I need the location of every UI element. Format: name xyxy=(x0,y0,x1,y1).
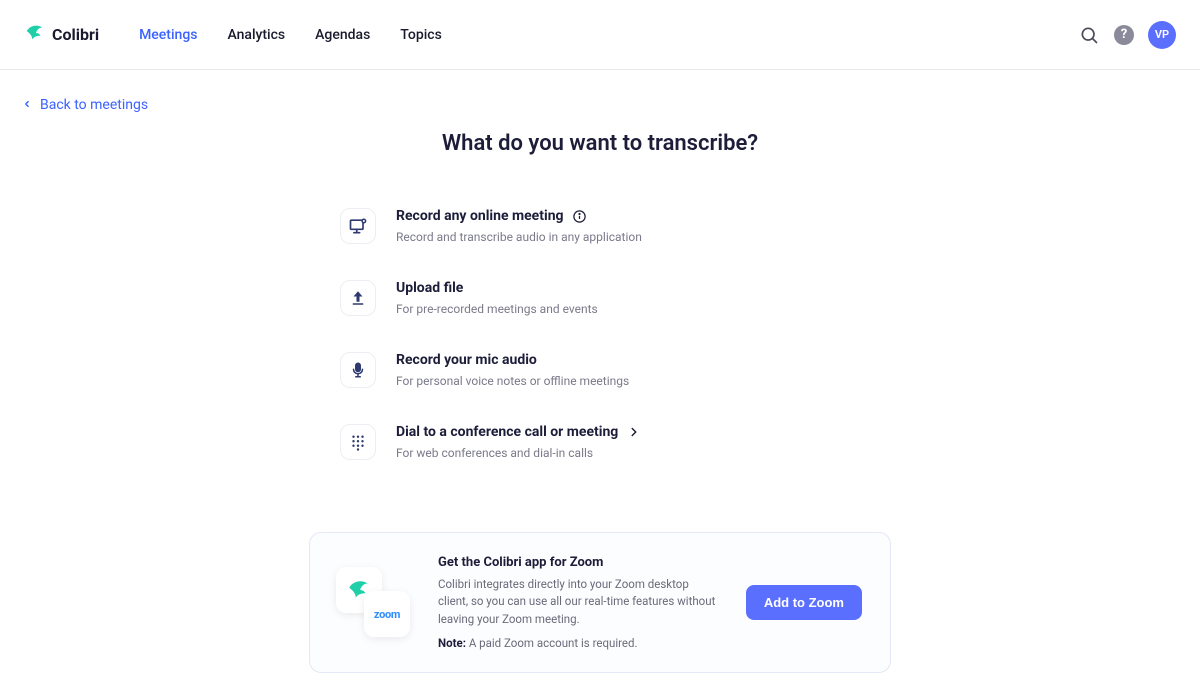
option-dial-conference[interactable]: Dial to a conference call or meeting For… xyxy=(340,410,860,482)
mic-icon xyxy=(340,352,376,388)
add-to-zoom-button[interactable]: Add to Zoom xyxy=(746,585,862,620)
option-desc: For personal voice notes or offline meet… xyxy=(396,374,629,388)
option-body: Record your mic audio For personal voice… xyxy=(396,352,629,388)
option-body: Dial to a conference call or meeting For… xyxy=(396,424,642,460)
monitor-record-icon xyxy=(340,208,376,244)
option-title-row: Dial to a conference call or meeting xyxy=(396,424,642,440)
content: Back to meetings What do you want to tra… xyxy=(0,70,1200,693)
chevron-right-icon xyxy=(626,424,642,440)
options-list: Record any online meeting Record and tra… xyxy=(340,194,860,482)
option-record-online-meeting[interactable]: Record any online meeting Record and tra… xyxy=(340,194,860,266)
option-title: Record any online meeting xyxy=(396,208,564,224)
logo-text: Colibri xyxy=(52,25,99,44)
upload-icon xyxy=(340,280,376,316)
nav: Meetings Analytics Agendas Topics xyxy=(139,27,442,43)
option-body: Record any online meeting Record and tra… xyxy=(396,208,642,244)
promo-note-text: A paid Zoom account is required. xyxy=(469,636,638,650)
promo-note-label: Note: xyxy=(438,636,466,650)
logo[interactable]: Colibri xyxy=(24,22,99,48)
zoom-text: zoom xyxy=(374,608,400,621)
nav-agendas[interactable]: Agendas xyxy=(315,27,370,43)
option-title: Record your mic audio xyxy=(396,352,629,368)
help-icon[interactable]: ? xyxy=(1114,25,1134,45)
page-heading: What do you want to transcribe? xyxy=(18,131,1182,156)
zoom-logo-tile: zoom xyxy=(364,591,410,637)
back-label: Back to meetings xyxy=(40,97,148,113)
nav-meetings[interactable]: Meetings xyxy=(139,27,197,43)
colibri-bird-icon xyxy=(24,22,46,48)
promo-title: Get the Colibri app for Zoom xyxy=(438,555,718,570)
option-desc: For pre-recorded meetings and events xyxy=(396,302,598,316)
dialpad-icon xyxy=(340,424,376,460)
topbar-right: ? VP xyxy=(1078,21,1176,49)
avatar[interactable]: VP xyxy=(1148,21,1176,49)
topbar: Colibri Meetings Analytics Agendas Topic… xyxy=(0,0,1200,70)
promo-desc: Colibri integrates directly into your Zo… xyxy=(438,576,718,628)
option-desc: For web conferences and dial-in calls xyxy=(396,446,642,460)
promo-note: Note: A paid Zoom account is required. xyxy=(438,636,718,650)
chevron-left-icon xyxy=(22,97,32,113)
option-desc: Record and transcribe audio in any appli… xyxy=(396,230,642,244)
nav-analytics[interactable]: Analytics xyxy=(227,27,285,43)
zoom-promo-card: zoom Get the Colibri app for Zoom Colibr… xyxy=(309,532,891,673)
promo-body: Get the Colibri app for Zoom Colibri int… xyxy=(438,555,718,650)
nav-topics[interactable]: Topics xyxy=(400,27,441,43)
option-title: Dial to a conference call or meeting xyxy=(396,424,618,440)
option-title-row: Record any online meeting xyxy=(396,208,642,224)
search-icon[interactable] xyxy=(1078,24,1100,46)
option-body: Upload file For pre-recorded meetings an… xyxy=(396,280,598,316)
promo-logos: zoom xyxy=(336,567,410,637)
info-icon[interactable] xyxy=(572,208,588,224)
option-record-mic[interactable]: Record your mic audio For personal voice… xyxy=(340,338,860,410)
option-title: Upload file xyxy=(396,280,598,296)
back-to-meetings-link[interactable]: Back to meetings xyxy=(22,97,148,113)
option-upload-file[interactable]: Upload file For pre-recorded meetings an… xyxy=(340,266,860,338)
